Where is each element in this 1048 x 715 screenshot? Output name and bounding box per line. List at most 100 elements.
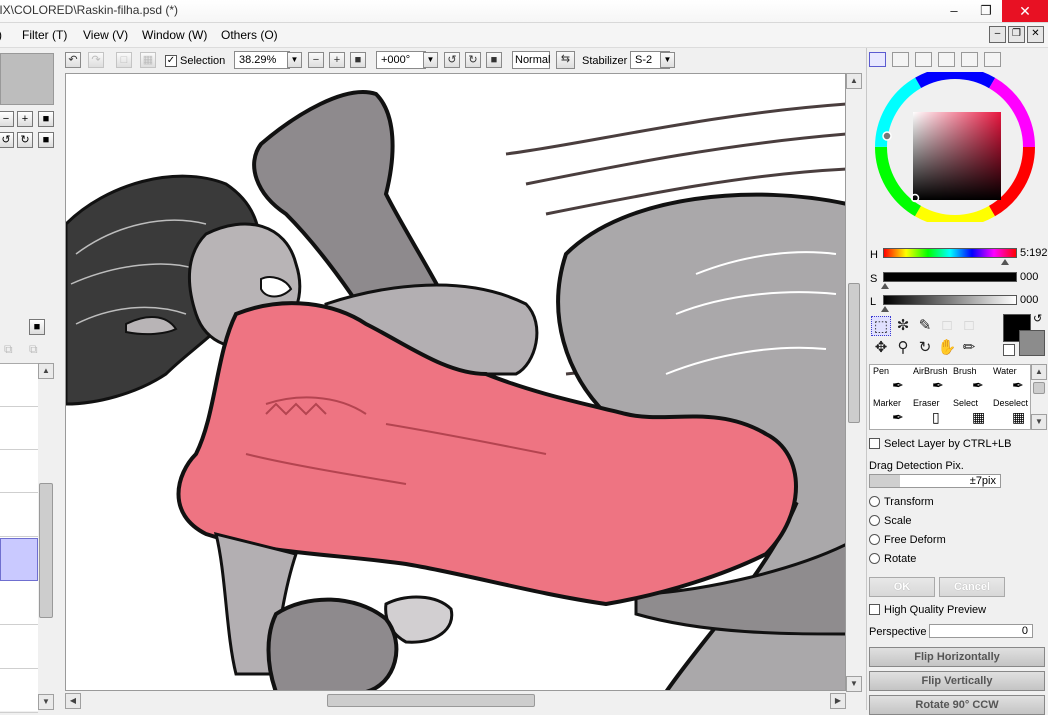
- drag-detection-slider[interactable]: ±7pix: [869, 474, 1001, 488]
- hq-preview-checkbox[interactable]: [869, 604, 880, 615]
- flip-vertically-button[interactable]: Flip Vertically: [869, 671, 1045, 691]
- layer-row[interactable]: [0, 364, 38, 407]
- eyedropper-icon[interactable]: ✏: [959, 338, 979, 358]
- menu-item-edit[interactable]: ): [0, 28, 2, 42]
- reset-colors-icon[interactable]: [1003, 344, 1015, 356]
- layer-row[interactable]: [0, 670, 38, 713]
- hue-marker[interactable]: [882, 131, 892, 141]
- canvas-vertical-scrollbar[interactable]: ▲ ▼: [846, 73, 862, 692]
- rotate-reset-icon[interactable]: ■: [486, 52, 502, 68]
- h-slider[interactable]: [883, 248, 1017, 258]
- rotation-dropdown-icon[interactable]: ▼: [423, 52, 438, 68]
- brush-scroll-up-icon[interactable]: ▲: [1031, 364, 1047, 380]
- secondary-color-swatch[interactable]: [1019, 330, 1045, 356]
- canvas-hscroll-thumb[interactable]: [327, 694, 535, 707]
- cancel-button[interactable]: Cancel: [939, 577, 1005, 597]
- brush-water[interactable]: Water ✒: [990, 365, 1030, 397]
- doc-restore-button[interactable]: ❐: [1008, 26, 1025, 43]
- layer-scrollbar[interactable]: ▲ ▼: [38, 363, 54, 710]
- layer-row-selected[interactable]: [0, 538, 38, 581]
- deselect-icon[interactable]: □: [116, 52, 132, 68]
- tab-hsv-sliders[interactable]: [915, 52, 932, 67]
- move-icon[interactable]: ✥: [871, 338, 891, 358]
- layer-row[interactable]: [0, 582, 38, 625]
- zoom-out-icon[interactable]: −: [308, 52, 324, 68]
- nav-zoom-in-icon[interactable]: +: [17, 111, 33, 127]
- brush-brush[interactable]: Brush ✒: [950, 365, 990, 397]
- magic-wand-icon[interactable]: ✎: [915, 316, 935, 336]
- drawing-canvas[interactable]: [65, 73, 846, 691]
- radio-icon[interactable]: [869, 496, 880, 507]
- select-layer-checkbox[interactable]: [869, 438, 880, 449]
- rotate-left-icon[interactable]: ↺: [444, 52, 460, 68]
- tab-swatches[interactable]: [961, 52, 978, 67]
- brush-deselect[interactable]: Deselect ▦: [990, 397, 1030, 429]
- canvas-vscroll-thumb[interactable]: [848, 283, 860, 423]
- minimize-button[interactable]: –: [938, 0, 970, 22]
- brush-pen[interactable]: Pen ✒: [870, 365, 910, 397]
- zoom-icon[interactable]: ⚲: [893, 338, 913, 358]
- canvas-scroll-right-icon[interactable]: ▶: [830, 693, 846, 709]
- rotate-right-icon[interactable]: ↻: [465, 52, 481, 68]
- s-slider[interactable]: [883, 272, 1017, 282]
- transform-mode-rotate[interactable]: Rotate: [869, 553, 916, 565]
- canvas-scroll-down-icon[interactable]: ▼: [846, 676, 862, 692]
- tab-scratchpad[interactable]: [984, 52, 1001, 67]
- layer-row[interactable]: [0, 494, 38, 537]
- zoom-in-icon[interactable]: +: [329, 52, 345, 68]
- rotate-icon[interactable]: ↻: [915, 338, 935, 358]
- l-slider[interactable]: [883, 295, 1017, 305]
- h-slider-thumb[interactable]: [1001, 259, 1009, 265]
- rect-select-icon[interactable]: ⬚: [871, 316, 891, 336]
- nav-rotate-left-icon[interactable]: ↺: [0, 132, 14, 148]
- transform-mode-scale[interactable]: Scale: [869, 515, 912, 527]
- flip-horizontally-button[interactable]: Flip Horizontally: [869, 647, 1045, 667]
- new-layer-icon[interactable]: ⧉: [4, 342, 18, 356]
- radio-icon[interactable]: [869, 515, 880, 526]
- brush-eraser[interactable]: Eraser ▯: [910, 397, 950, 429]
- menu-item-window[interactable]: Window (W): [142, 28, 207, 42]
- tab-color-wheel[interactable]: [869, 52, 886, 67]
- menu-item-view[interactable]: View (V): [83, 28, 128, 42]
- brush-scrollbar[interactable]: ▲ ▼: [1031, 364, 1047, 430]
- nav-zoom-out-icon[interactable]: −: [0, 111, 14, 127]
- scroll-down-icon[interactable]: ▼: [38, 694, 54, 710]
- brush-airbrush[interactable]: AirBrush ✒: [910, 365, 950, 397]
- perspective-field[interactable]: 0: [929, 624, 1033, 638]
- doc-close-button[interactable]: ✕: [1027, 26, 1044, 43]
- nav-rotate-reset-icon[interactable]: ■: [38, 132, 54, 148]
- close-button[interactable]: ✕: [1002, 0, 1048, 22]
- flip-view-icon[interactable]: ⇆: [556, 51, 575, 69]
- redo-icon[interactable]: ↷: [88, 52, 104, 68]
- navigator-preview[interactable]: [0, 53, 54, 105]
- layer-panel-toggle-icon[interactable]: ■: [29, 319, 45, 335]
- menu-item-filter[interactable]: Filter (T): [22, 28, 67, 42]
- radio-icon[interactable]: [869, 553, 880, 564]
- s-slider-thumb[interactable]: [881, 283, 889, 289]
- rotate-ccw-button[interactable]: Rotate 90° CCW: [869, 695, 1045, 715]
- layer-row[interactable]: [0, 450, 38, 493]
- color-wheel[interactable]: [875, 72, 1037, 222]
- canvas-horizontal-scrollbar[interactable]: ◀ ▶: [65, 692, 846, 710]
- layer-scroll-thumb[interactable]: [39, 483, 53, 618]
- hq-preview-option[interactable]: High Quality Preview: [869, 604, 986, 616]
- doc-minimize-button[interactable]: –: [989, 26, 1006, 43]
- brush-marker[interactable]: Marker ✒: [870, 397, 910, 429]
- layer-row[interactable]: [0, 407, 38, 450]
- blend-mode-field[interactable]: Normal: [512, 51, 550, 69]
- transform-mode-transform[interactable]: Transform: [869, 496, 934, 508]
- canvas-scroll-up-icon[interactable]: ▲: [846, 73, 862, 89]
- zoom-reset-icon[interactable]: ■: [350, 52, 366, 68]
- restore-button[interactable]: ❐: [970, 0, 1002, 22]
- brush-scroll-thumb[interactable]: [1033, 382, 1045, 394]
- scroll-up-icon[interactable]: ▲: [38, 363, 54, 379]
- stabilizer-dropdown-icon[interactable]: ▼: [660, 52, 675, 68]
- zoom-field[interactable]: 38.29%: [234, 51, 290, 69]
- nav-reset-icon[interactable]: ■: [38, 111, 54, 127]
- ok-button[interactable]: OK: [869, 577, 935, 597]
- undo-icon[interactable]: ↶: [65, 52, 81, 68]
- radio-icon[interactable]: [869, 534, 880, 545]
- tab-color-mix[interactable]: [938, 52, 955, 67]
- brush-scroll-down-icon[interactable]: ▼: [1031, 414, 1047, 430]
- brush-select[interactable]: Select ▦: [950, 397, 990, 429]
